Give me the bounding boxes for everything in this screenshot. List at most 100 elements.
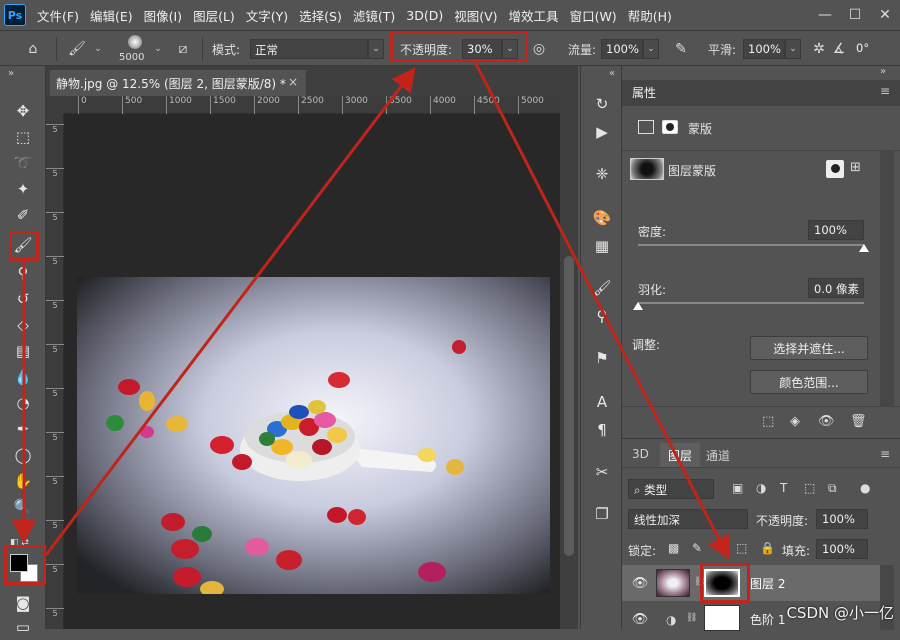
lock-all-icon[interactable]: 🔒 [760,541,775,555]
stamp-tool-icon[interactable]: ⚲ [9,260,37,286]
swatches-icon[interactable]: ▦ [589,234,615,258]
tools-icon[interactable]: ✂ [589,460,615,484]
menu-type[interactable]: 文字(Y) [246,6,288,25]
chevron-down-icon[interactable]: ⌄ [90,39,106,59]
color-palette-icon[interactable]: 🎨 [589,206,615,230]
brush-tool-preset-icon[interactable]: 🖌 [66,39,88,59]
select-and-mask-button[interactable]: 选择并遮住... [750,336,868,360]
layer-mask-thumbnail[interactable] [704,569,740,597]
visibility-icon[interactable]: 👁 [818,414,835,429]
menu-select[interactable]: 选择(S) [299,6,342,25]
density-slider-thumb[interactable] [859,244,869,252]
visibility-eye-icon[interactable]: 👁 [632,611,649,627]
history-brush-tool-icon[interactable]: ↺ [9,286,37,312]
quick-mask-icon[interactable]: ◙ [9,590,37,616]
gradient-tool-icon[interactable]: ▤ [9,338,37,364]
vertical-ruler[interactable]: 5 5 5 5 5 5 5 5 5 5 5 5 [46,114,64,629]
home-icon[interactable]: ⌂ [22,39,44,59]
panel-menu-icon[interactable]: ≡ [880,447,890,461]
feather-input[interactable]: 0.0 像素 [808,278,864,298]
filter-pixel-icon[interactable]: ▣ [732,481,743,495]
lock-artboard-icon[interactable]: ⬚ [736,541,747,555]
feather-slider[interactable] [633,302,864,312]
layer-opacity-input[interactable]: 100% [816,509,868,529]
smoothing-input[interactable]: 100% [743,39,785,59]
brush-settings-icon[interactable]: ⧄ [172,39,194,59]
layer-filter-select[interactable]: ⌕ 类型 [628,479,714,499]
layer-mask-icon[interactable] [662,120,678,134]
panel-menu-icon[interactable]: ≡ [880,84,890,98]
color-swatches[interactable] [10,554,40,584]
ellipse-tool-icon[interactable]: ◯ [9,442,37,468]
select-mask-icon[interactable] [826,160,844,178]
menu-layer[interactable]: 图层(L) [193,6,235,25]
smoothing-options-icon[interactable]: ✲ [808,39,830,59]
actions-icon[interactable]: ▶ [589,120,615,144]
chevron-down-icon[interactable]: ⌄ [502,39,518,59]
menu-help[interactable]: 帮助(H) [628,6,672,25]
lock-position-icon[interactable]: ✥ [714,541,724,555]
chevron-down-icon[interactable]: ⌄ [368,39,384,59]
paragraph-icon[interactable]: ¶ [589,418,615,442]
lock-image-icon[interactable]: ✎ [692,541,702,555]
fill-input[interactable]: 100% [816,539,868,559]
mode-select[interactable]: 正常 [250,39,368,59]
pen-tool-icon[interactable]: ✒ [9,416,37,442]
visibility-eye-icon[interactable]: 👁 [632,575,649,591]
menu-window[interactable]: 窗口(W) [570,6,617,25]
filter-type-icon[interactable]: T [780,481,787,495]
delete-mask-icon[interactable]: 🗑 [850,414,867,429]
angle-icon[interactable]: ∡ [828,39,850,59]
scroll-thumb[interactable] [564,256,574,556]
history-icon[interactable]: ↻ [589,92,615,116]
feather-slider-thumb[interactable] [633,302,643,310]
eyedropper-tool-icon[interactable]: ✐ [9,202,37,228]
menu-file[interactable]: 文件(F) [37,6,79,25]
clone-source-icon[interactable]: ⚲ [589,304,615,328]
collapse-icon[interactable]: » [880,66,886,77]
marquee-tool-icon[interactable]: ⬚ [9,124,37,150]
hand-tool-icon[interactable]: ✋ [9,468,37,494]
properties-title[interactable]: 属性 [632,84,656,101]
brush-settings-panel-icon[interactable]: ❈ [589,162,615,186]
tab-layers[interactable]: 图层 [660,443,701,467]
brushes-panel-icon[interactable]: 🖌 [589,276,615,300]
layer-comps-icon[interactable]: ❐ [589,502,615,526]
chevron-down-icon[interactable]: ⌄ [785,39,801,59]
filter-smart-object-icon[interactable]: ⧉ [828,481,837,496]
angle-input[interactable]: 0° [852,39,886,59]
document-tab[interactable]: 静物.jpg @ 12.5% (图层 2, 图层蒙版/8) * × [50,70,306,96]
filter-adjustment-icon[interactable]: ◑ [756,481,766,495]
chevron-down-icon[interactable]: ⌄ [150,39,166,59]
foreground-color-swatch[interactable] [10,554,28,572]
ruler-origin[interactable] [46,96,64,114]
filter-toggle-icon[interactable]: ● [860,481,870,495]
canvas-area[interactable] [64,114,560,629]
menu-3d[interactable]: 3D(D) [406,8,443,23]
tab-3d[interactable]: 3D [624,443,657,467]
dodge-tool-icon[interactable]: ◔ [9,390,37,416]
maximize-icon[interactable]: ☐ [840,0,870,30]
move-tool-icon[interactable]: ✥ [9,98,37,124]
tab-channels[interactable]: 通道 [698,443,738,467]
menu-plugins[interactable]: 增效工具 [509,6,559,25]
menu-filter[interactable]: 滤镜(T) [353,6,395,25]
filter-shape-icon[interactable]: ⬚ [804,481,815,495]
collapse-icon[interactable]: « [609,68,615,79]
pressure-opacity-icon[interactable]: ◎ [528,39,550,59]
density-input[interactable]: 100% [808,220,864,240]
lock-transparent-icon[interactable]: ▩ [668,541,679,555]
blend-mode-select[interactable]: 线性加深 [628,509,748,529]
layer-mask-thumbnail[interactable] [704,605,740,631]
menu-view[interactable]: 视图(V) [454,6,497,25]
minimize-icon[interactable]: — [810,0,840,30]
flow-input[interactable]: 100% [601,39,643,59]
airbrush-icon[interactable]: ✎ [670,39,692,59]
menu-image[interactable]: 图像(I) [144,6,182,25]
apply-mask-icon[interactable]: ◈ [790,414,800,429]
close-icon[interactable]: ✕ [870,0,900,30]
tool-presets-icon[interactable]: ⚑ [589,346,615,370]
document-image[interactable] [77,277,550,594]
magic-wand-tool-icon[interactable]: ✦ [9,176,37,202]
brush-tool-icon[interactable]: 🖌 [9,232,37,258]
